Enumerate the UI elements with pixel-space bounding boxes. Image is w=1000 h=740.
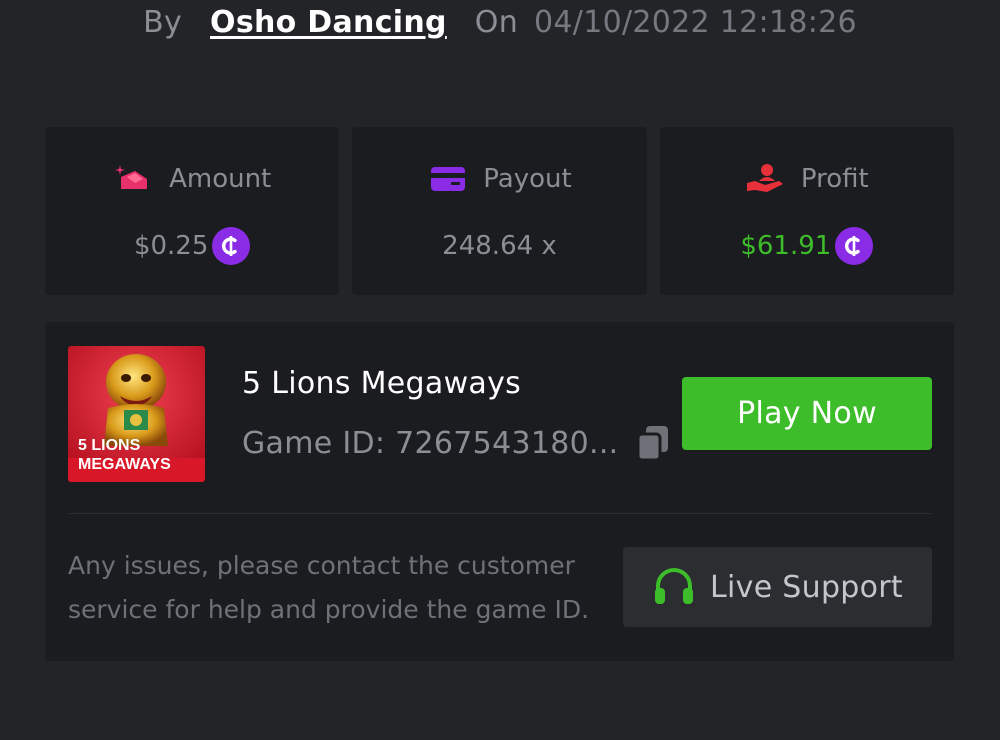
game-title[interactable]: 5 Lions Megaways: [242, 366, 521, 401]
amount-label: Amount: [169, 164, 272, 194]
live-support-button[interactable]: Live Support: [623, 547, 932, 627]
thumbnail-title-line2: MEGAWAYS: [78, 456, 171, 473]
payout-card: Payout 248.64 x: [352, 127, 647, 295]
amount-icon: [115, 165, 148, 189]
coin-icon: [212, 227, 251, 265]
live-support-label: Live Support: [710, 569, 903, 605]
bet-timestamp: 04/10/2022 12:18:26: [534, 4, 857, 40]
payout-label: Payout: [483, 164, 572, 194]
copy-icon[interactable]: [635, 424, 671, 462]
profit-card: Profit $61.91: [659, 127, 954, 295]
game-id: Game ID: 7267543180...: [242, 425, 619, 461]
game-panel: 5 LIONS MEGAWAYS 5 Lions Megaways Game I…: [45, 322, 954, 661]
username-link[interactable]: Osho Dancing: [210, 5, 447, 40]
amount-card: Amount $0.25: [45, 127, 340, 295]
hand-user-icon: [746, 164, 783, 192]
bet-byline: By Osho Dancing On 04/10/2022 12:18:26: [0, 0, 1000, 44]
thumbnail-title-line1: 5 LIONS: [78, 437, 141, 454]
payout-value: 248.64 x: [442, 231, 557, 261]
play-now-button[interactable]: Play Now: [682, 377, 932, 450]
coin-icon: [835, 227, 874, 265]
game-id-row: Game ID: 7267543180...: [242, 424, 671, 462]
amount-value: $0.25: [133, 231, 209, 261]
on-label: On: [474, 4, 519, 40]
card-icon: [431, 167, 466, 191]
support-help-text: Any issues, please contact the customer …: [68, 551, 590, 624]
headset-icon: [655, 568, 693, 604]
profit-value: $61.91: [740, 231, 832, 261]
bet-stats: Amount $0.25 Payout 248.64 x Profit $61.…: [45, 127, 954, 295]
bet-details-page: By Osho Dancing On 04/10/2022 12:18:26 A…: [0, 0, 1000, 740]
profit-label: Profit: [800, 164, 869, 194]
by-label: By: [143, 4, 183, 40]
game-thumbnail[interactable]: 5 LIONS MEGAWAYS: [68, 346, 205, 482]
divider: [68, 513, 932, 514]
